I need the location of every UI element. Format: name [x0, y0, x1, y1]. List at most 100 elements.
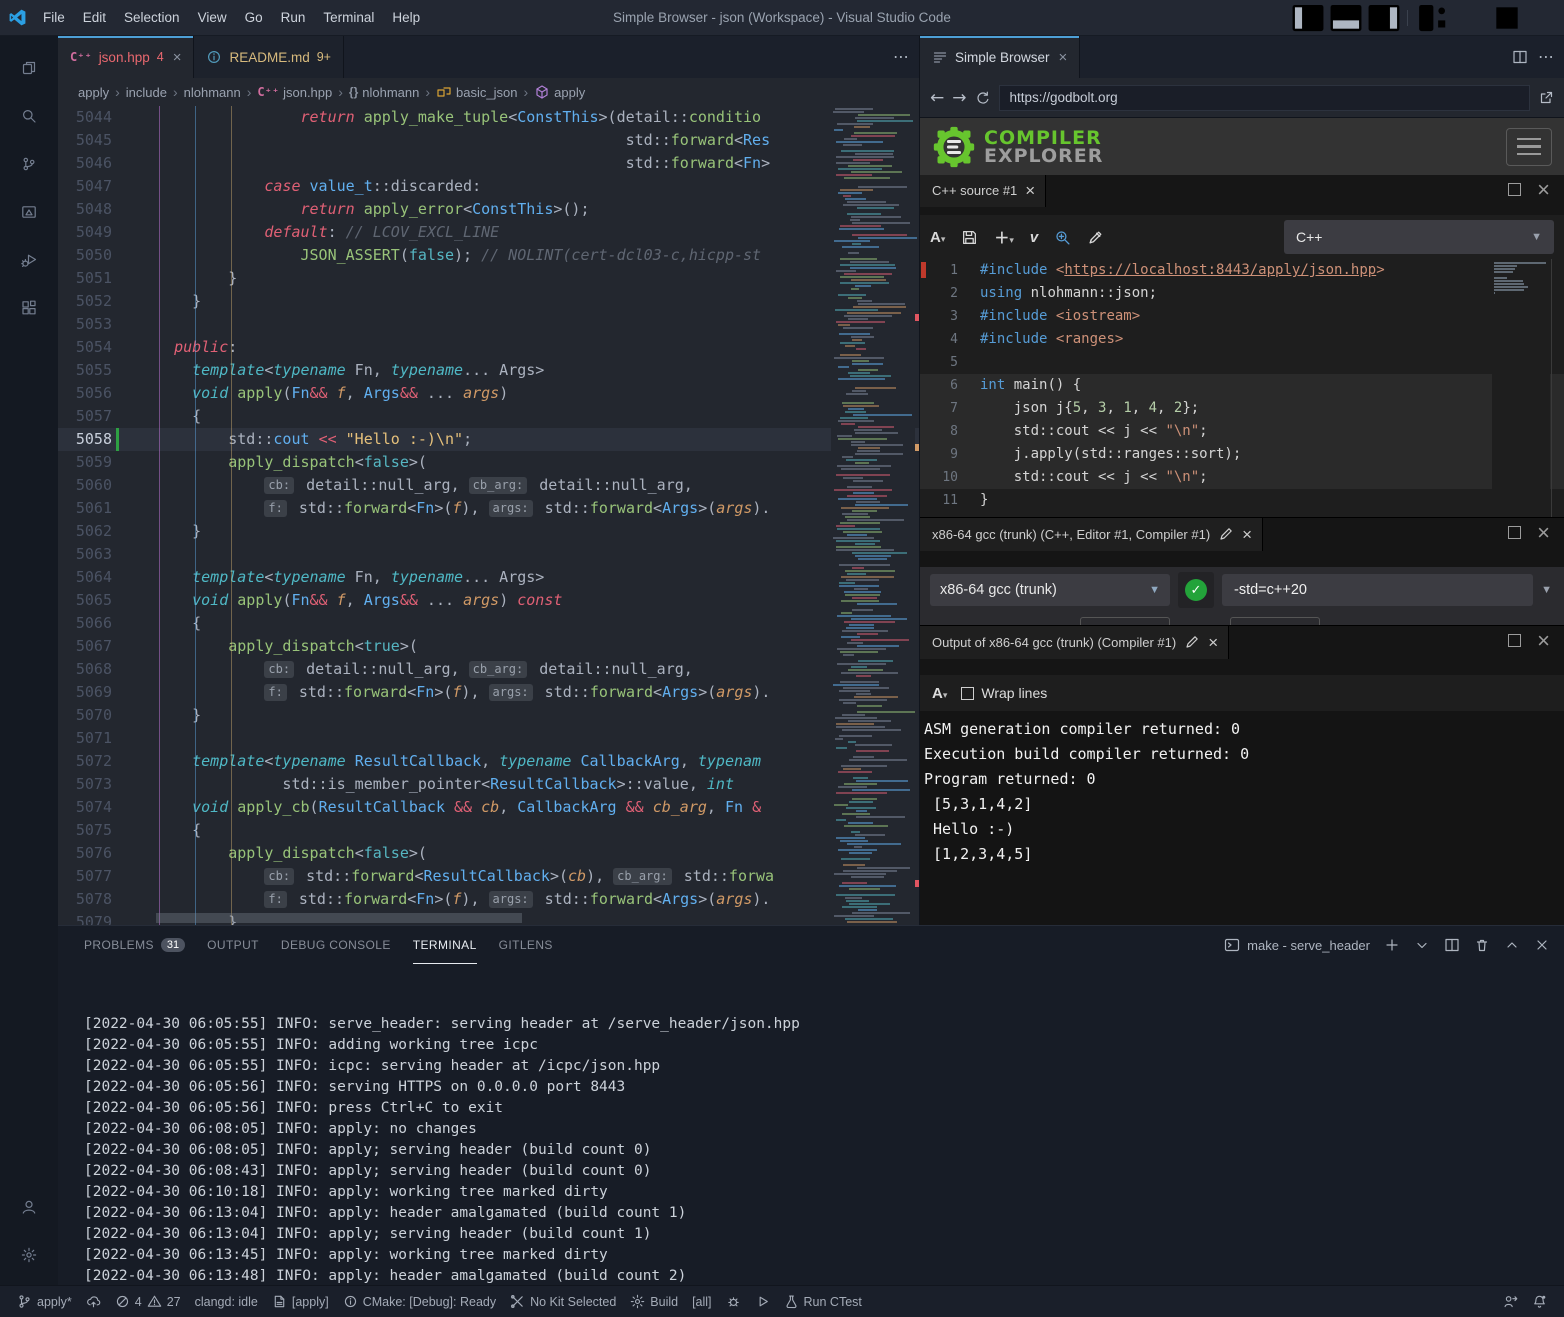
status-debug[interactable]: [719, 1286, 748, 1317]
add-icon[interactable]: ＋▾: [994, 227, 1014, 248]
close-icon[interactable]: ×: [1242, 528, 1252, 541]
menu-edit[interactable]: Edit: [74, 5, 115, 31]
open-external-icon[interactable]: [1538, 90, 1554, 106]
split-editor-icon[interactable]: [1512, 49, 1528, 65]
minimap[interactable]: [831, 106, 915, 925]
customize-layout-icon[interactable]: [1412, 0, 1450, 35]
status-notifications[interactable]: [1525, 1294, 1554, 1309]
code-line[interactable]: 5072 template<typename ResultCallback, t…: [58, 750, 919, 773]
ce-compiler-tab[interactable]: x86-64 gcc (trunk) (C++, Editor #1, Comp…: [920, 518, 1263, 551]
menu-help[interactable]: Help: [383, 5, 429, 31]
code-line[interactable]: 5053: [58, 313, 919, 336]
ce-scrollbar[interactable]: [1551, 259, 1564, 517]
edit-icon[interactable]: [1218, 526, 1234, 542]
breadcrumb-item[interactable]: C⁺⁺json.hpp: [257, 85, 332, 100]
close-icon[interactable]: ×: [1025, 184, 1035, 197]
panel-tab-terminal[interactable]: TERMINAL: [413, 926, 477, 964]
ce-output-tab[interactable]: Output of x86-64 gcc (trunk) (Compiler #…: [920, 626, 1229, 659]
code-line[interactable]: 9 j.apply(std::ranges::sort);: [920, 443, 1564, 466]
font-size-icon[interactable]: A▾: [932, 685, 947, 702]
code-line[interactable]: 5052 }: [58, 290, 919, 313]
code-line[interactable]: 2using nlohmann::json;: [920, 282, 1564, 305]
status-launch[interactable]: [748, 1286, 777, 1317]
chevron-down-icon[interactable]: [1414, 937, 1430, 953]
close-icon[interactable]: ×: [173, 49, 182, 66]
code-line[interactable]: 5051 }: [58, 267, 919, 290]
status-clangd[interactable]: clangd: idle: [188, 1286, 265, 1317]
code-line[interactable]: 5046 std::forward<Fn>: [58, 152, 919, 175]
status-branch[interactable]: apply*: [10, 1286, 79, 1317]
status-feedback[interactable]: [1496, 1294, 1525, 1309]
panel-tab-debug-console[interactable]: DEBUG CONSOLE: [281, 926, 391, 964]
status-cmake-status[interactable]: CMake: [Debug]: Ready: [336, 1286, 503, 1317]
close-window-icon[interactable]: [1526, 0, 1564, 35]
forward-icon[interactable]: →: [952, 88, 966, 108]
code-line[interactable]: 5045 std::forward<Res: [58, 129, 919, 152]
breadcrumb-item[interactable]: apply: [534, 84, 585, 100]
code-line[interactable]: 5050 JSON_ASSERT(false); // NOLINT(cert-…: [58, 244, 919, 267]
status-problems[interactable]: 427: [108, 1286, 188, 1317]
save-icon[interactable]: [961, 229, 978, 246]
layout-sidebar-right-icon[interactable]: [1365, 0, 1403, 35]
layout-sidebar-left-icon[interactable]: [1289, 0, 1327, 35]
maximize-pane-icon[interactable]: [1508, 183, 1521, 196]
code-line[interactable]: 8 std::cout << j << "\n";: [920, 420, 1564, 443]
reload-icon[interactable]: [975, 90, 991, 106]
activity-cmake-window[interactable]: [5, 188, 53, 236]
code-line[interactable]: 5057 {: [58, 405, 919, 428]
code-line[interactable]: 5049 default: // LCOV_EXCL_LINE: [58, 221, 919, 244]
code-line[interactable]: 3#include <iostream>: [920, 305, 1564, 328]
code-line[interactable]: 5077 cb: std::forward<ResultCallback>(cb…: [58, 865, 919, 888]
status-cmake-project[interactable]: [apply]: [265, 1286, 336, 1317]
code-line[interactable]: 1#include <https://localhost:8443/apply/…: [920, 259, 1564, 282]
terminal-selector[interactable]: make - serve_header: [1224, 937, 1370, 953]
ce-source-tab[interactable]: C++ source #1 ×: [920, 175, 1046, 207]
code-line[interactable]: 5070 }: [58, 704, 919, 727]
close-icon[interactable]: ×: [1208, 636, 1218, 649]
activity-settings-gear[interactable]: [5, 1231, 53, 1279]
maximize-pane-icon[interactable]: [1508, 634, 1521, 647]
code-line[interactable]: 6int main() {: [920, 374, 1564, 397]
menu-go[interactable]: Go: [236, 5, 272, 31]
menu-terminal[interactable]: Terminal: [314, 5, 383, 31]
close-pane-icon[interactable]: ×: [1537, 634, 1550, 647]
activity-files[interactable]: [5, 44, 53, 92]
wrap-lines-checkbox[interactable]: Wrap lines: [961, 685, 1047, 701]
code-line[interactable]: 5064 template<typename Fn, typename... A…: [58, 566, 919, 589]
code-editor[interactable]: 5044 return apply_make_tuple<ConstThis>(…: [58, 106, 919, 925]
minimize-icon[interactable]: [1450, 0, 1488, 35]
code-line[interactable]: 5054 public:: [58, 336, 919, 359]
code-line[interactable]: 5066 {: [58, 612, 919, 635]
code-line[interactable]: 5068 cb: detail::null_arg, cb_arg: detai…: [58, 658, 919, 681]
url-input[interactable]: https://godbolt.org: [999, 85, 1531, 111]
hamburger-menu-icon[interactable]: [1506, 128, 1552, 166]
activity-account[interactable]: [5, 1183, 53, 1231]
code-line[interactable]: 5078 f: std::forward<Fn>(f), args: std::…: [58, 888, 919, 911]
maximize-panel-icon[interactable]: [1504, 937, 1520, 953]
rocket-icon[interactable]: [1087, 229, 1104, 246]
more-actions-icon[interactable]: ⋯: [1538, 47, 1554, 67]
code-line[interactable]: 5047 case value_t::discarded:: [58, 175, 919, 198]
editor-tab-README.md[interactable]: README.md9+: [194, 36, 344, 78]
kill-terminal-icon[interactable]: [1474, 937, 1490, 953]
menu-view[interactable]: View: [189, 5, 236, 31]
ce-source-editor[interactable]: 1#include <https://localhost:8443/apply/…: [920, 259, 1564, 517]
code-line[interactable]: 5063: [58, 543, 919, 566]
maximize-pane-icon[interactable]: [1508, 526, 1521, 539]
code-line[interactable]: 5055 template<typename Fn, typename... A…: [58, 359, 919, 382]
maximize-icon[interactable]: [1488, 0, 1526, 35]
tab-simple-browser[interactable]: Simple Browser ×: [920, 36, 1080, 78]
activity-debug-run[interactable]: [5, 236, 53, 284]
code-line[interactable]: 5060 cb: detail::null_arg, cb_arg: detai…: [58, 474, 919, 497]
code-line[interactable]: 5056 void apply(Fn&& f, Args&& ... args): [58, 382, 919, 405]
activity-source-control[interactable]: [5, 140, 53, 188]
panel-tab-output[interactable]: OUTPUT: [207, 926, 259, 964]
status-build-target[interactable]: [all]: [685, 1286, 718, 1317]
code-line[interactable]: 4#include <ranges>: [920, 328, 1564, 351]
code-line[interactable]: 11}: [920, 489, 1564, 512]
menu-selection[interactable]: Selection: [115, 5, 189, 31]
options-caret-icon[interactable]: ▼: [1541, 584, 1556, 596]
close-icon[interactable]: ×: [1059, 49, 1068, 66]
terminal-output[interactable]: [2022-04-30 06:05:55] INFO: serve_header…: [58, 964, 1564, 1285]
status-ctest[interactable]: Run CTest: [777, 1286, 869, 1317]
